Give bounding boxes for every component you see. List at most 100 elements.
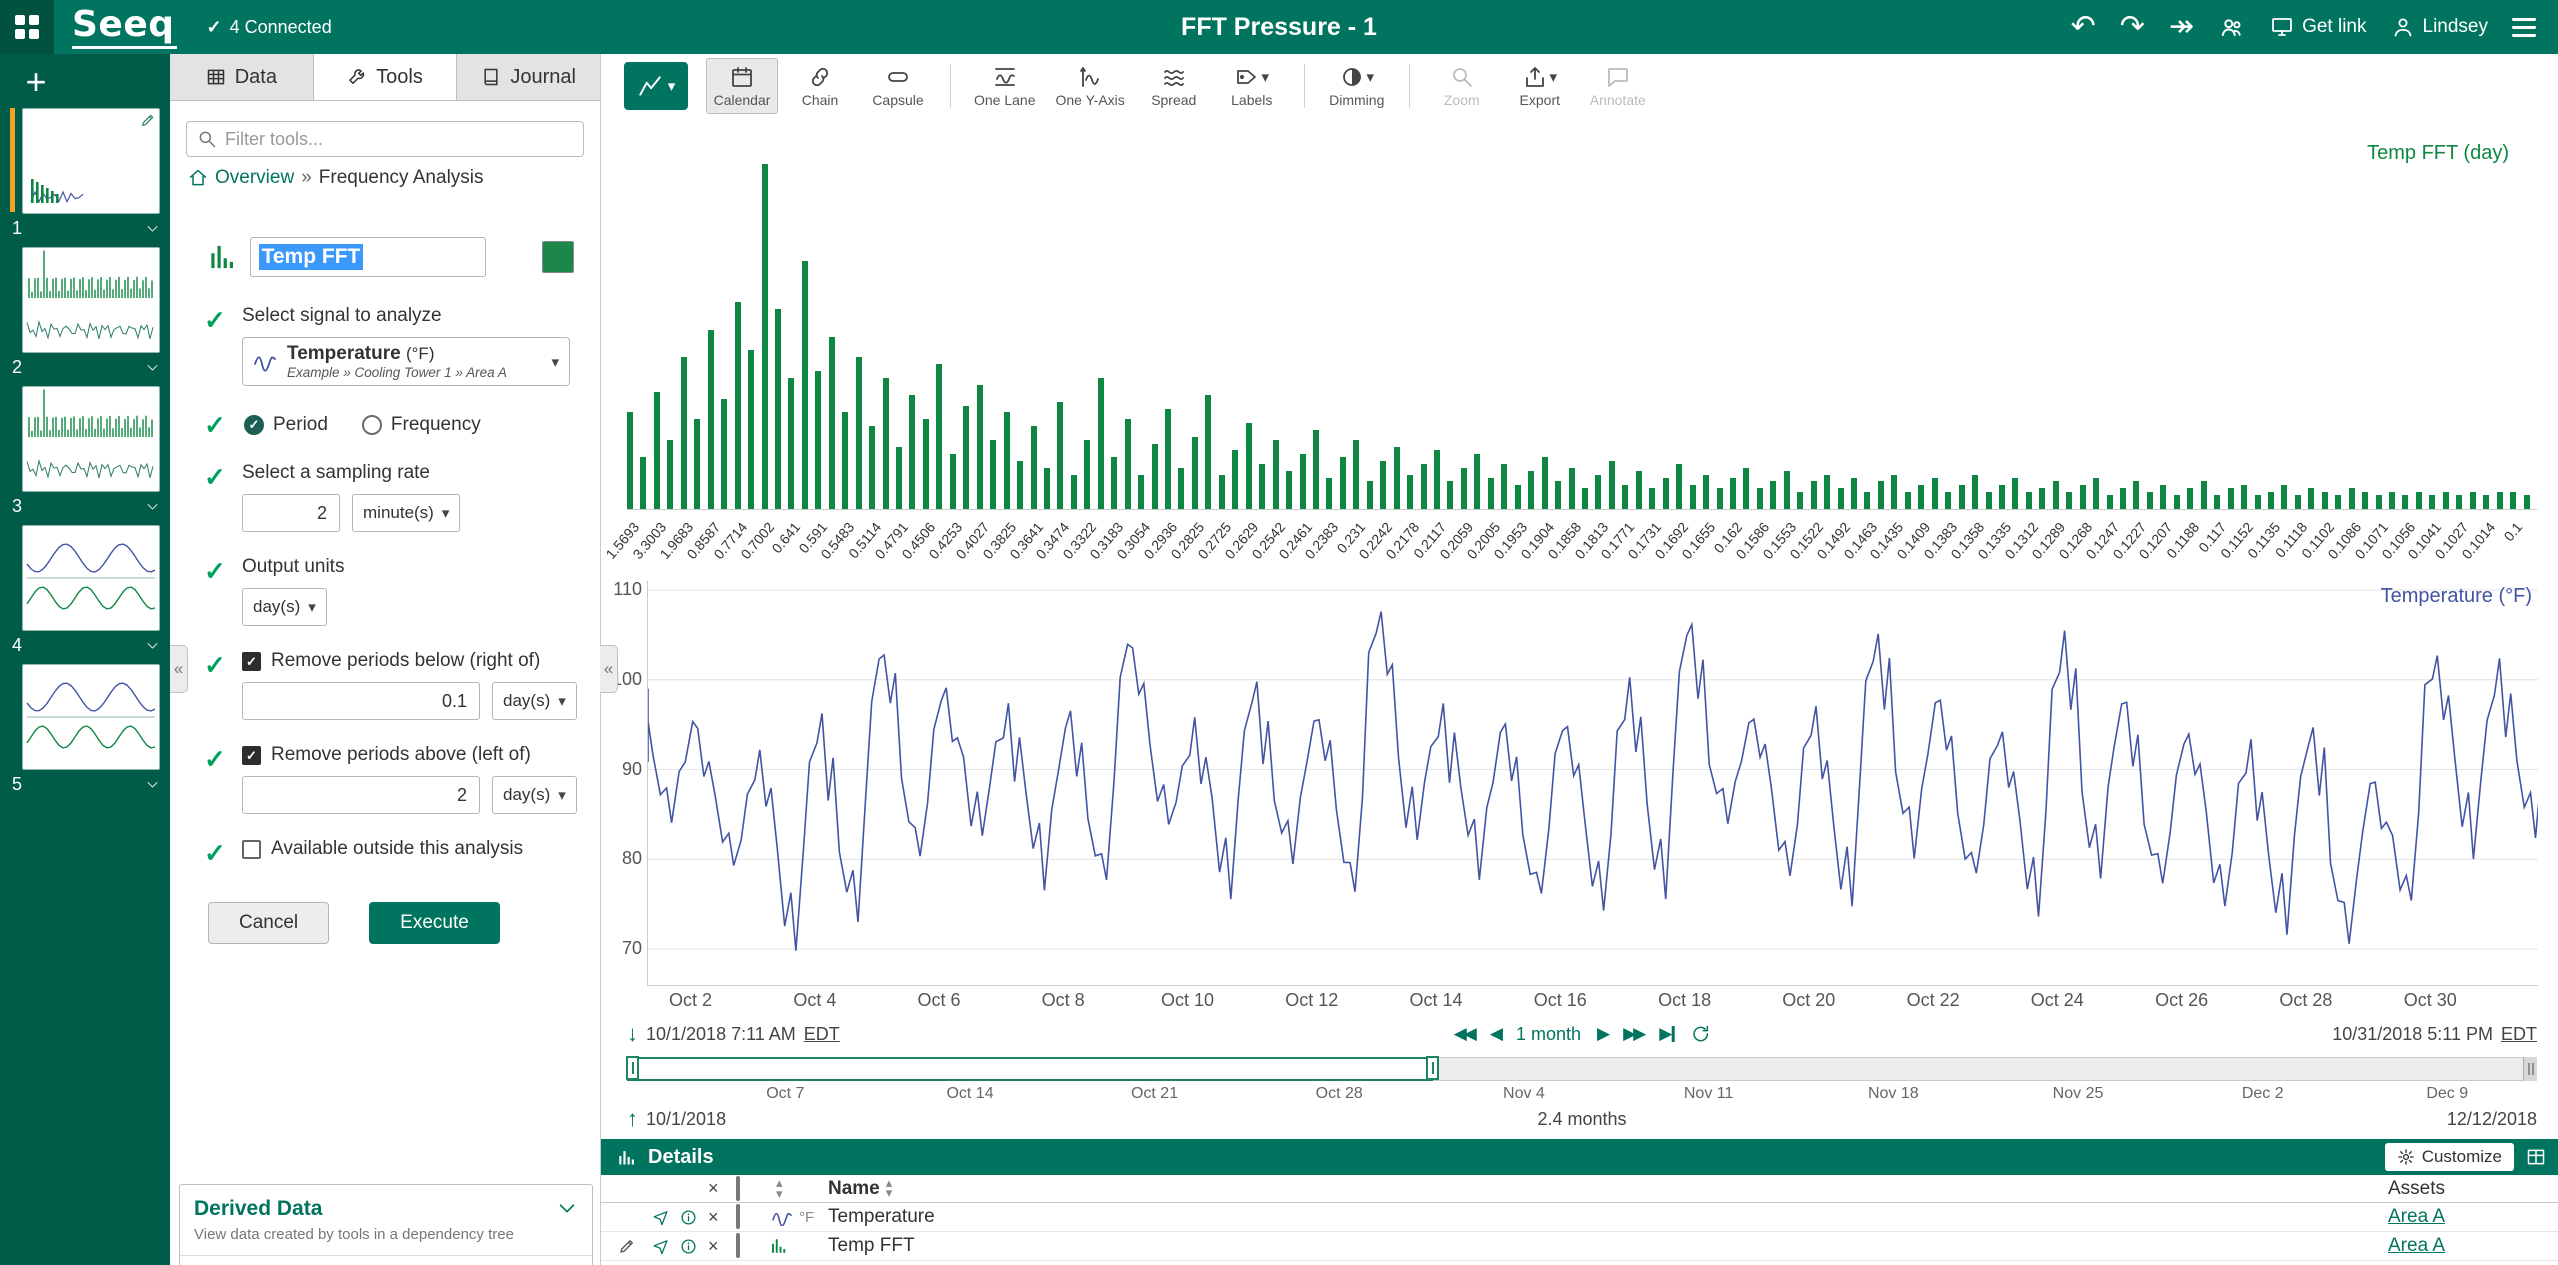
checkbox-checked-icon[interactable]: ✓ <box>242 746 261 765</box>
sort-icon[interactable]: ▴▾ <box>886 1178 893 1199</box>
step-back-much-button[interactable]: ◀◀ <box>1454 1024 1474 1044</box>
available-outside-checkbox-row[interactable]: Available outside this analysis <box>242 838 574 860</box>
sampling-rate-input[interactable]: 2 <box>242 494 340 532</box>
remove-above-input[interactable]: 2 <box>242 776 480 814</box>
assets-column-header[interactable]: Assets <box>2388 1178 2528 1200</box>
filter-tools-input[interactable] <box>186 121 584 157</box>
worksheet-thumbnail[interactable] <box>22 108 160 214</box>
temperature-chart[interactable]: Temperature (°F) 110100908070 Oct 2Oct 4… <box>600 581 2537 1011</box>
redo-icon[interactable]: ↷ <box>2120 12 2145 42</box>
toolbar-zoom-button[interactable]: Zoom <box>1426 58 1498 114</box>
toolbar-one-y-axis-button[interactable]: One Y-Axis <box>1049 58 1132 114</box>
add-worksheet-button[interactable]: + <box>20 64 52 100</box>
step-to-end-button[interactable]: ▶ <box>1659 1024 1674 1044</box>
remove-above-checkbox-row[interactable]: ✓ Remove periods above (left of) <box>242 744 577 766</box>
asset-link[interactable]: Area A <box>2388 1235 2445 1256</box>
fft-chart[interactable]: Temp FFT (day) 1.56933.30031.96830.85870… <box>627 126 2537 581</box>
details-table-row[interactable]: ×°FTemperatureArea A <box>600 1203 2558 1232</box>
toolbar-export-button[interactable]: ▾ Export <box>1504 58 1576 114</box>
execute-button[interactable]: Execute <box>369 902 500 944</box>
tab-tools[interactable]: Tools <box>314 54 458 100</box>
timeline-scrubber[interactable] <box>627 1057 2537 1081</box>
worksheet-thumbnail[interactable] <box>22 386 160 492</box>
derived-data-item[interactable]: Temp FFT <box>180 1255 592 1265</box>
checkbox-unchecked-icon[interactable] <box>242 840 261 859</box>
jump-to-icon[interactable] <box>652 1238 669 1255</box>
worksheet-thumbnail[interactable] <box>22 525 160 631</box>
get-link-button[interactable]: Get link <box>2270 15 2366 39</box>
tool-name-input[interactable]: Temp FFT <box>250 237 487 277</box>
range-end-timezone-link[interactable]: EDT <box>2501 1024 2537 1045</box>
worksheet-thumbnail[interactable] <box>22 664 160 770</box>
chevron-down-icon[interactable] <box>145 360 160 375</box>
timeline-left-handle[interactable] <box>626 1056 639 1080</box>
name-column-header[interactable]: Name <box>828 1178 880 1199</box>
app-launcher-button[interactable] <box>0 0 54 54</box>
collapse-thumbstrip-handle[interactable]: « <box>170 645 188 693</box>
auto-update-icon[interactable] <box>1690 1024 1710 1044</box>
toolbar-spread-button[interactable]: Spread <box>1138 58 1210 114</box>
radio-period[interactable]: ✓ Period <box>244 414 328 436</box>
remove-below-input[interactable]: 0.1 <box>242 682 480 720</box>
tab-journal[interactable]: Journal <box>457 54 600 100</box>
view-selector-button[interactable]: ▾ <box>624 62 688 110</box>
remove-below-checkbox-row[interactable]: ✓ Remove periods below (right of) <box>242 650 577 672</box>
sort-icon[interactable]: ▴▾ <box>776 1178 783 1199</box>
details-table-row[interactable]: ×Temp FFTArea A <box>600 1232 2558 1261</box>
checkbox-checked-icon[interactable]: ✓ <box>242 652 261 671</box>
users-icon[interactable] <box>2218 14 2246 40</box>
info-icon[interactable] <box>680 1238 697 1255</box>
remove-icon[interactable]: × <box>708 1236 736 1257</box>
hamburger-menu-icon[interactable] <box>2512 18 2536 37</box>
undo-icon[interactable]: ↶ <box>2071 12 2096 42</box>
home-icon[interactable] <box>188 168 208 188</box>
chevron-down-icon[interactable] <box>556 1197 578 1219</box>
output-unit-dropdown[interactable]: day(s)▾ <box>242 588 327 626</box>
remove-icon[interactable]: × <box>708 1207 736 1228</box>
radio-frequency[interactable]: Frequency <box>362 414 481 436</box>
toolbar-labels-button[interactable]: ▾ Labels <box>1216 58 1288 114</box>
remove-below-unit-dropdown[interactable]: day(s)▾ <box>492 682 577 720</box>
range-start-timezone-link[interactable]: EDT <box>804 1024 840 1045</box>
customize-button[interactable]: Customize <box>2385 1143 2514 1171</box>
table-view-icon[interactable] <box>2526 1147 2546 1167</box>
step-forward-button[interactable]: ▶ <box>1597 1024 1607 1044</box>
row-checkbox[interactable] <box>736 1233 740 1258</box>
info-icon[interactable] <box>680 1209 697 1226</box>
chevron-down-icon[interactable] <box>145 499 160 514</box>
step-back-button[interactable]: ◀ <box>1490 1024 1500 1044</box>
connection-status[interactable]: ✓ 4 Connected <box>207 17 332 38</box>
chevron-down-icon[interactable] <box>145 777 160 792</box>
fft-plot-area[interactable] <box>627 164 2537 510</box>
sampling-unit-dropdown[interactable]: minute(s)▾ <box>352 494 460 532</box>
redo-all-icon[interactable]: ↠ <box>2169 12 2194 42</box>
toolbar-dimming-button[interactable]: ▾ Dimming <box>1321 58 1393 114</box>
asset-link[interactable]: Area A <box>2388 1206 2445 1227</box>
jump-to-icon[interactable] <box>652 1209 669 1226</box>
breadcrumb-overview[interactable]: Overview <box>215 167 294 189</box>
tab-data[interactable]: Data <box>170 54 314 100</box>
toolbar-calendar-button[interactable]: Calendar <box>706 58 778 114</box>
remove-all-icon[interactable]: × <box>708 1178 736 1199</box>
timeline-end-grip[interactable] <box>2523 1057 2537 1081</box>
temperature-plot-area[interactable]: Temperature (°F) 110100908070 <box>647 581 2538 986</box>
cancel-button[interactable]: Cancel <box>208 902 329 944</box>
step-forward-much-button[interactable]: ▶▶ <box>1623 1024 1643 1044</box>
chevron-down-icon[interactable] <box>145 638 160 653</box>
toolbar-capsule-button[interactable]: Capsule <box>862 58 934 114</box>
color-swatch[interactable] <box>542 241 574 273</box>
toolbar-annotate-button[interactable]: Annotate <box>1582 58 1654 114</box>
select-all-checkbox[interactable] <box>736 1176 740 1201</box>
timeline-right-handle[interactable] <box>1426 1056 1439 1080</box>
toolbar-one-lane-button[interactable]: One Lane <box>967 58 1043 114</box>
timeline-selection[interactable] <box>627 1057 1433 1081</box>
worksheet-thumbnail[interactable] <box>22 247 160 353</box>
duration-button[interactable]: 1 month <box>1516 1024 1581 1045</box>
collapse-tools-panel-handle[interactable]: « <box>600 645 618 693</box>
toolbar-chain-button[interactable]: Chain <box>784 58 856 114</box>
user-menu[interactable]: Lindsey <box>2391 15 2489 39</box>
signal-select[interactable]: Temperature (°F) Example » Cooling Tower… <box>242 337 570 386</box>
chevron-down-icon[interactable] <box>145 221 160 236</box>
row-checkbox[interactable] <box>736 1204 740 1229</box>
remove-above-unit-dropdown[interactable]: day(s)▾ <box>492 776 577 814</box>
